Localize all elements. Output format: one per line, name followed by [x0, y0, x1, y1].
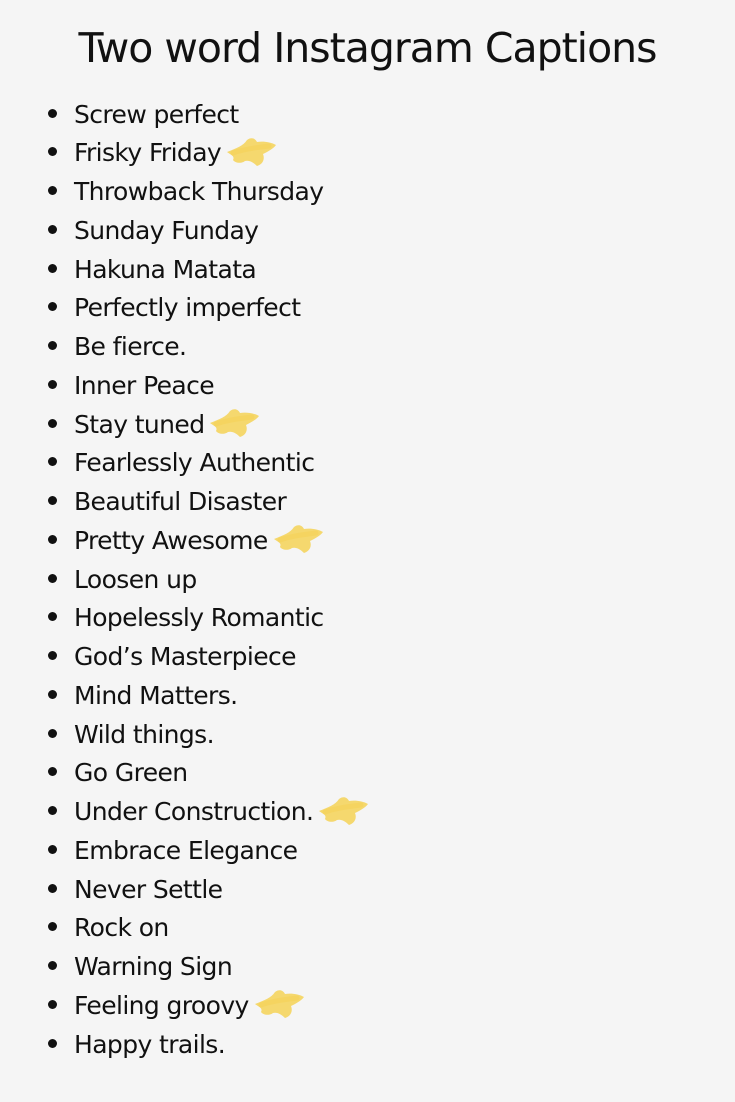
- caption-text: Sunday Funday: [74, 215, 259, 245]
- bullet-icon: [48, 263, 57, 273]
- caption-text: Frisky Friday: [74, 138, 222, 168]
- bullet-icon: [48, 341, 57, 350]
- caption-text: Under Construction.: [74, 797, 314, 827]
- list-item: Hopelessly Romantic: [48, 599, 371, 638]
- caption-text: Never Settle: [74, 874, 223, 904]
- bullet-icon: [48, 496, 57, 505]
- star-highlight-icon: [251, 986, 307, 1022]
- list-item: Hakuna Matata: [48, 250, 371, 289]
- bullet-icon: [48, 186, 57, 195]
- bullet-icon: [48, 108, 57, 118]
- list-item: Feeling groovy: [48, 986, 371, 1025]
- caption-text: Rock on: [74, 913, 169, 943]
- caption-text: Be fierce.: [74, 332, 187, 362]
- bullet-icon: [48, 457, 57, 467]
- list-item: Frisky Friday: [48, 134, 371, 173]
- page-title: Two word Instagram Captions: [78, 24, 657, 72]
- list-item: Sunday Funday: [48, 211, 371, 250]
- caption-text: Pretty Awesome: [74, 525, 268, 555]
- caption-text: Happy trails.: [74, 1029, 226, 1059]
- list-item: Go Green: [48, 754, 371, 793]
- list-item: Inner Peace: [48, 366, 371, 405]
- list-item: Happy trails.: [48, 1025, 371, 1064]
- list-item: Embrace Elegance: [48, 831, 371, 870]
- star-highlight-icon: [315, 793, 371, 829]
- bullet-icon: [48, 379, 57, 389]
- bullet-icon: [48, 767, 57, 777]
- caption-text: Stay tuned: [74, 409, 205, 439]
- bullet-icon: [48, 806, 57, 815]
- caption-text: Wild things.: [74, 719, 215, 749]
- caption-text: Beautiful Disaster: [74, 487, 287, 517]
- list-item: Wild things.: [48, 715, 371, 754]
- caption-text: Feeling groovy: [74, 990, 249, 1020]
- caption-text: Hopelessly Romantic: [74, 603, 324, 633]
- caption-text: Mind Matters.: [74, 680, 238, 710]
- star-highlight-icon: [270, 521, 326, 557]
- caption-text: Throwback Thursday: [74, 177, 324, 207]
- star-highlight-icon: [206, 405, 262, 441]
- bullet-icon: [48, 224, 57, 234]
- list-item: Stay tuned: [48, 405, 371, 444]
- caption-text: Warning Sign: [74, 952, 233, 982]
- bullet-icon: [48, 302, 57, 312]
- list-item: Be fierce.: [48, 328, 371, 367]
- bullet-icon: [48, 612, 57, 622]
- star-highlight-icon: [223, 134, 279, 170]
- list-item: Mind Matters.: [48, 676, 371, 715]
- bullet-icon: [48, 418, 57, 428]
- caption-text: Inner Peace: [74, 370, 215, 400]
- caption-text: Fearlessly Authentic: [74, 448, 315, 478]
- caption-text: Screw perfect: [74, 99, 239, 129]
- list-item: Rock on: [48, 909, 371, 948]
- caption-text: Hakuna Matata: [74, 254, 257, 284]
- caption-text: Loosen up: [74, 564, 197, 594]
- bullet-icon: [48, 844, 57, 854]
- list-item: Beautiful Disaster: [48, 483, 371, 522]
- bullet-icon: [48, 651, 57, 660]
- caption-text: God’s Masterpiece: [74, 642, 297, 672]
- caption-list: Screw perfect Frisky Friday Throwback Thur…: [48, 95, 371, 1064]
- bullet-icon: [48, 728, 57, 738]
- bullet-icon: [48, 534, 57, 544]
- list-item: Loosen up: [48, 560, 371, 599]
- caption-text: Embrace Elegance: [74, 835, 298, 865]
- bullet-icon: [48, 1038, 57, 1048]
- list-item: Perfectly imperfect: [48, 289, 371, 328]
- bullet-icon: [48, 883, 57, 893]
- list-item: God’s Masterpiece: [48, 638, 371, 677]
- caption-text: Go Green: [74, 758, 188, 788]
- caption-text: Perfectly imperfect: [74, 293, 301, 323]
- list-item: Never Settle: [48, 870, 371, 909]
- list-item: Fearlessly Authentic: [48, 444, 371, 483]
- bullet-icon: [48, 573, 57, 583]
- list-item: Under Construction.: [48, 793, 371, 832]
- list-item: Throwback Thursday: [48, 173, 371, 212]
- bullet-icon: [48, 689, 57, 699]
- list-item: Pretty Awesome: [48, 521, 371, 560]
- bullet-icon: [48, 922, 57, 932]
- bullet-icon: [48, 961, 57, 970]
- list-item: Warning Sign: [48, 948, 371, 987]
- list-item: Screw perfect: [48, 95, 371, 134]
- bullet-icon: [48, 999, 57, 1009]
- bullet-icon: [48, 147, 57, 157]
